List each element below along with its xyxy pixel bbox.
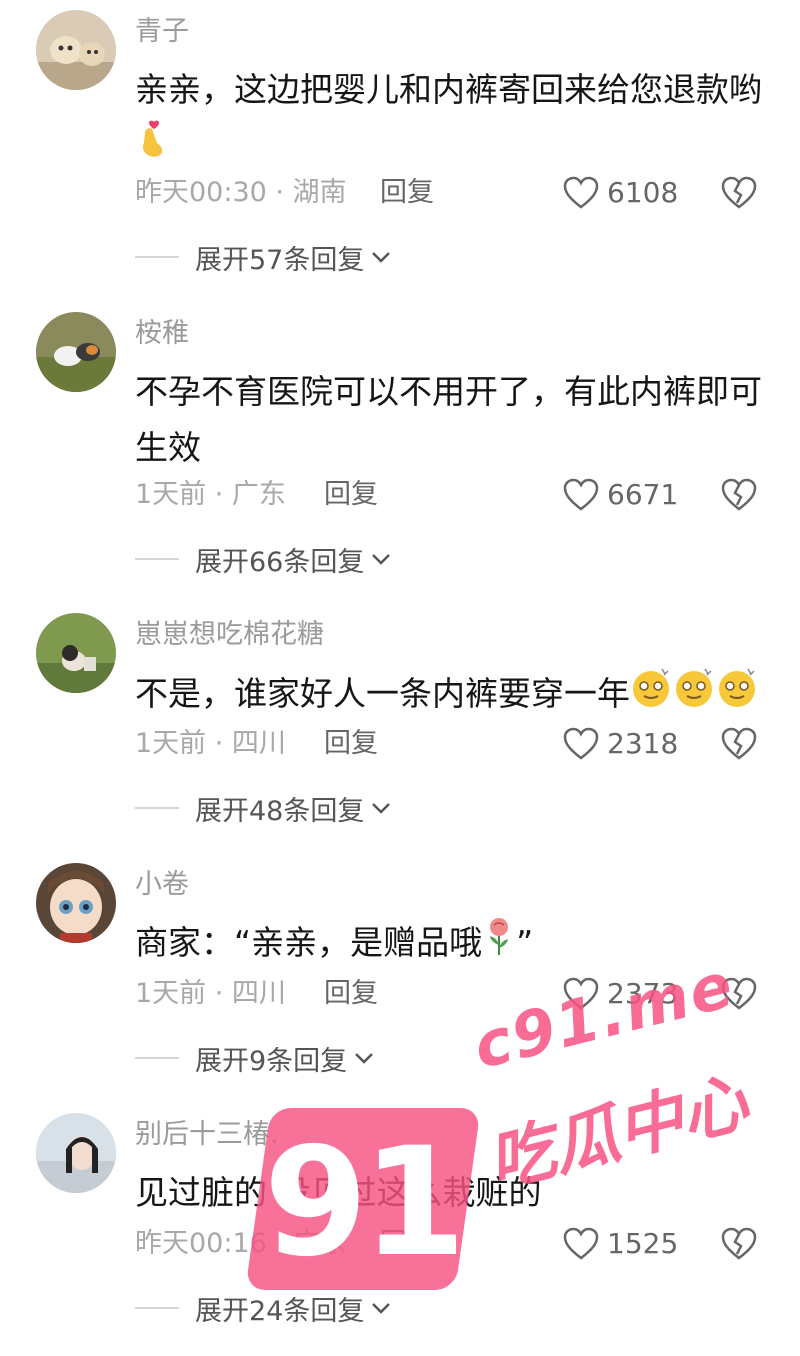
divider-line	[135, 1307, 179, 1309]
expand-replies[interactable]: 展开57条回复	[135, 237, 392, 277]
like-count: 6671	[607, 478, 679, 511]
like-button[interactable]: 1525	[563, 1224, 678, 1264]
like-count: 2318	[607, 727, 679, 760]
chevron-down-icon	[372, 252, 391, 263]
username[interactable]: 别后十三椿.	[135, 1117, 279, 1153]
divider-line	[135, 256, 179, 258]
like-button[interactable]: 6671	[563, 475, 678, 515]
avatar[interactable]	[36, 613, 116, 693]
heart-outline-icon	[563, 727, 599, 760]
watermark-number: 91	[263, 1116, 467, 1290]
reply-button[interactable]: 回复	[324, 724, 378, 764]
expand-replies-label: 展开57条回复	[195, 244, 365, 276]
comment-text-content: 不是，谁家好人一条内裤要穿一年	[135, 674, 630, 713]
comment-item: 桉稚 不孕不育医院可以不用开了，有此内裤即可生效 1天前 · 广东 回复 667…	[0, 302, 800, 578]
reply-button[interactable]: 回复	[324, 475, 378, 515]
expand-replies-label: 展开9条回复	[195, 1045, 348, 1077]
like-count: 1525	[607, 1227, 679, 1260]
like-button[interactable]: 2318	[563, 724, 678, 764]
heart-outline-icon	[563, 176, 599, 209]
expand-replies[interactable]: 展开66条回复	[135, 539, 392, 579]
chevron-down-icon	[372, 1303, 391, 1314]
heart-outline-icon	[563, 478, 599, 511]
avatar[interactable]	[36, 312, 116, 392]
comment-meta: 1天前 · 四川	[135, 728, 286, 759]
comment-text-content: 亲亲，这边把婴儿和内裤寄回来给您退款哟	[135, 70, 762, 109]
expand-replies-label: 展开24条回复	[195, 1295, 365, 1327]
chevron-down-icon	[355, 1053, 374, 1064]
dizzy-face-emoji-icon	[630, 665, 760, 726]
chevron-down-icon	[372, 554, 391, 565]
divider-line	[135, 1057, 179, 1059]
username[interactable]: 桉稚	[135, 316, 189, 352]
username[interactable]: 小卷	[135, 867, 189, 903]
comment-item: 崽崽想吃棉花糖 不是，谁家好人一条内裤要穿一年 1天前 · 四川 回复 2318…	[0, 603, 800, 853]
comment-meta: 1天前 · 四川	[135, 978, 286, 1009]
broken-heart-icon	[721, 727, 757, 760]
comment-text-tail: ”	[516, 923, 534, 962]
finger-heart-emoji-icon	[135, 119, 169, 176]
broken-heart-icon	[721, 176, 757, 209]
broken-heart-icon	[721, 478, 757, 511]
comment-text: 不孕不育医院可以不用开了，有此内裤即可生效	[135, 372, 762, 467]
username[interactable]: 崽崽想吃棉花糖	[135, 617, 324, 653]
dislike-button[interactable]	[721, 724, 759, 764]
comment-meta: 昨天00:30 · 湖南	[135, 177, 347, 208]
divider-line	[135, 558, 179, 560]
expand-replies-label: 展开48条回复	[195, 795, 365, 827]
comment-item: 青子 亲亲，这边把婴儿和内裤寄回来给您退款哟 昨天00:30 · 湖南 回复 6…	[0, 0, 800, 276]
expand-replies[interactable]: 展开9条回复	[135, 1038, 375, 1078]
expand-replies[interactable]: 展开24条回复	[135, 1288, 392, 1328]
dislike-button[interactable]	[721, 1224, 759, 1264]
divider-line	[135, 807, 179, 809]
expand-replies-label: 展开66条回复	[195, 546, 365, 578]
avatar[interactable]	[36, 10, 116, 90]
username[interactable]: 青子	[135, 14, 189, 50]
rose-emoji-icon	[482, 915, 516, 974]
dislike-button[interactable]	[721, 173, 759, 213]
comment-text: 不是，谁家好人一条内裤要穿一年	[135, 665, 795, 726]
comment-text: 亲亲，这边把婴儿和内裤寄回来给您退款哟	[135, 62, 765, 176]
like-count: 6108	[607, 176, 679, 209]
broken-heart-icon	[721, 1227, 757, 1260]
comment-meta: 1天前 · 广东	[135, 479, 286, 510]
reply-button[interactable]: 回复	[380, 173, 434, 213]
heart-outline-icon	[563, 1227, 599, 1260]
like-button[interactable]: 6108	[563, 173, 678, 213]
dislike-button[interactable]	[721, 475, 759, 515]
expand-replies[interactable]: 展开48条回复	[135, 788, 392, 828]
avatar[interactable]	[36, 1113, 116, 1193]
comment-text-content: 商家：“亲亲，是赠品哦	[135, 923, 483, 962]
avatar[interactable]	[36, 863, 116, 943]
chevron-down-icon	[372, 803, 391, 814]
reply-button[interactable]: 回复	[324, 974, 378, 1014]
